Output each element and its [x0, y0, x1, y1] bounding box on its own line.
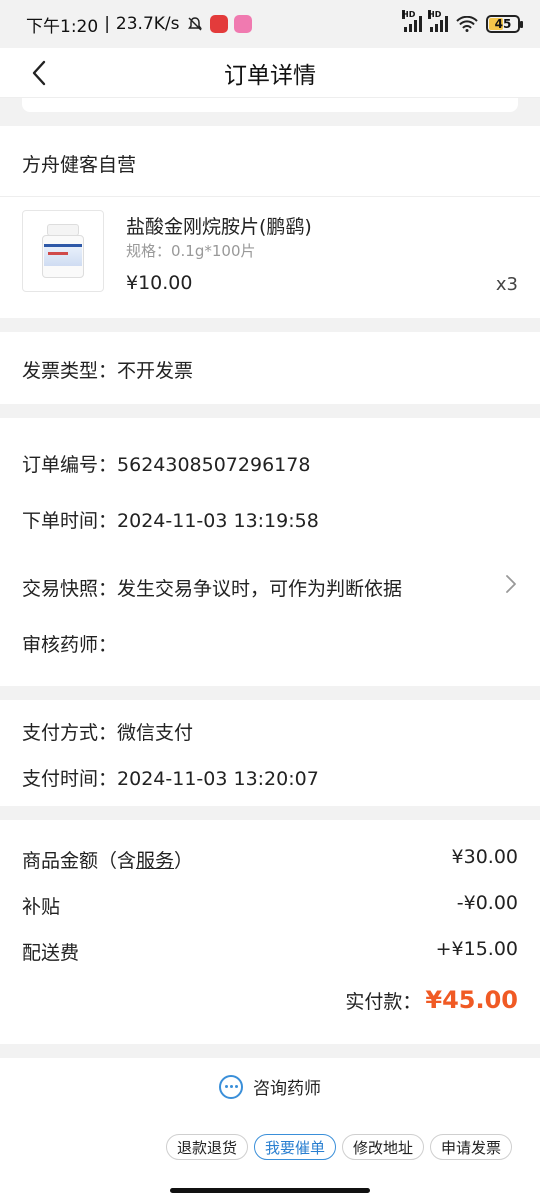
invoice-type-label: 发票类型：: [22, 360, 118, 382]
goods-amount-row: 商品金额（含服务） ¥30.00: [22, 846, 518, 872]
status-bar: 下午1:20 | 23.7K/s HD HD 45: [0, 0, 540, 48]
trade-snapshot-text: 发生交易争议时，可作为判断依据: [117, 578, 403, 600]
status-time: 下午1:20: [26, 16, 99, 37]
total-paid-value: ¥45.00: [425, 986, 518, 1014]
order-time-label: 下单时间：: [22, 510, 118, 532]
consult-pharmacist-button[interactable]: 咨询药师: [0, 1074, 540, 1099]
amount-card: 商品金额（含服务） ¥30.00 补贴 -¥0.00 配送费 +¥15.00 实…: [0, 820, 540, 1044]
action-buttons: 退款退货 我要催单 修改地址 申请发票: [165, 1134, 512, 1160]
refund-button[interactable]: 退款退货: [165, 1134, 248, 1160]
pink-app-icon: [233, 15, 252, 33]
shipping-label: 配送费: [22, 942, 80, 964]
chevron-left-icon: [32, 60, 46, 86]
goods-amount-label: 商品金额（含: [22, 850, 137, 872]
divider: [0, 196, 540, 197]
trade-snapshot-row[interactable]: 交易快照：发生交易争议时，可作为判断依据: [22, 574, 402, 601]
mute-icon: [187, 17, 202, 31]
invoice-type-row: 发票类型：不开发票: [22, 356, 193, 383]
payment-time: 2024-11-03 13:20:07: [117, 768, 319, 790]
pharmacist-label: 审核药师：: [22, 634, 118, 656]
battery-icon: 45: [486, 15, 523, 33]
change-address-button[interactable]: 修改地址: [341, 1134, 424, 1160]
shipping-value: +¥15.00: [435, 938, 518, 960]
invoice-card: 发票类型：不开发票: [0, 332, 540, 404]
urge-order-button[interactable]: 我要催单: [253, 1134, 336, 1160]
back-button[interactable]: [22, 56, 56, 90]
payment-card: 支付方式：微信支付 支付时间：2024-11-03 13:20:07: [0, 700, 540, 806]
goods-amount-value: ¥30.00: [451, 846, 518, 868]
request-invoice-button[interactable]: 申请发票: [429, 1134, 512, 1160]
payment-method-row: 支付方式：微信支付: [22, 718, 193, 745]
product-quantity: x3: [495, 274, 518, 295]
netease-app-icon: [209, 15, 228, 33]
total-paid: 实付款： ¥45.00: [345, 986, 518, 1014]
subsidy-row: 补贴 -¥0.00: [22, 892, 518, 919]
chat-icon: [219, 1074, 243, 1099]
payment-time-row: 支付时间：2024-11-03 13:20:07: [22, 764, 319, 791]
product-card: 方舟健客自营 盐酸金刚烷胺片(鹏鹞) 规格：0.1g*100片 ¥10.00 x…: [0, 126, 540, 318]
address-card-edge: [22, 98, 518, 112]
payment-method: 微信支付: [117, 722, 194, 744]
battery-level: 45: [494, 17, 512, 31]
total-paid-label: 实付款：: [345, 991, 422, 1013]
payment-time-label: 支付时间：: [22, 768, 118, 790]
pharmacist-row: 审核药师：: [22, 630, 117, 657]
trade-snapshot-label: 交易快照：: [22, 578, 118, 600]
signal-icon: HD: [402, 10, 422, 32]
shop-name[interactable]: 方舟健客自营: [22, 150, 136, 177]
product-price: ¥10.00: [126, 272, 193, 294]
payment-method-label: 支付方式：: [22, 722, 118, 744]
order-number-row: 订单编号：5624308507296178: [22, 450, 310, 477]
shipping-row: 配送费 +¥15.00: [22, 938, 518, 965]
subsidy-value: -¥0.00: [456, 892, 518, 914]
product-spec: 规格：0.1g*100片: [126, 242, 256, 260]
wifi-icon: [456, 16, 478, 32]
page-title: 订单详情: [224, 62, 316, 89]
order-number-label: 订单编号：: [22, 454, 118, 476]
chevron-right-icon[interactable]: [504, 574, 518, 594]
network-speed: 23.7K/s: [115, 14, 180, 34]
home-indicator[interactable]: [170, 1188, 370, 1193]
order-number: 5624308507296178: [117, 454, 311, 476]
service-link[interactable]: 服务: [136, 850, 174, 872]
order-time-row: 下单时间：2024-11-03 13:19:58: [22, 506, 319, 533]
invoice-type-value: 不开发票: [117, 360, 194, 382]
product-image[interactable]: [22, 210, 104, 292]
nav-bar: 订单详情: [0, 48, 540, 98]
subsidy-label: 补贴: [22, 896, 61, 918]
signal-icon-2: HD: [428, 10, 448, 32]
product-name[interactable]: 盐酸金刚烷胺片(鹏鹞): [126, 212, 312, 239]
consult-pharmacist-label: 咨询药师: [253, 1079, 321, 1099]
bottom-bar: 咨询药师 退款退货 我要催单 修改地址 申请发票: [0, 1058, 540, 1200]
order-info-card: 订单编号：5624308507296178 下单时间：2024-11-03 13…: [0, 418, 540, 686]
order-time: 2024-11-03 13:19:58: [117, 510, 319, 532]
